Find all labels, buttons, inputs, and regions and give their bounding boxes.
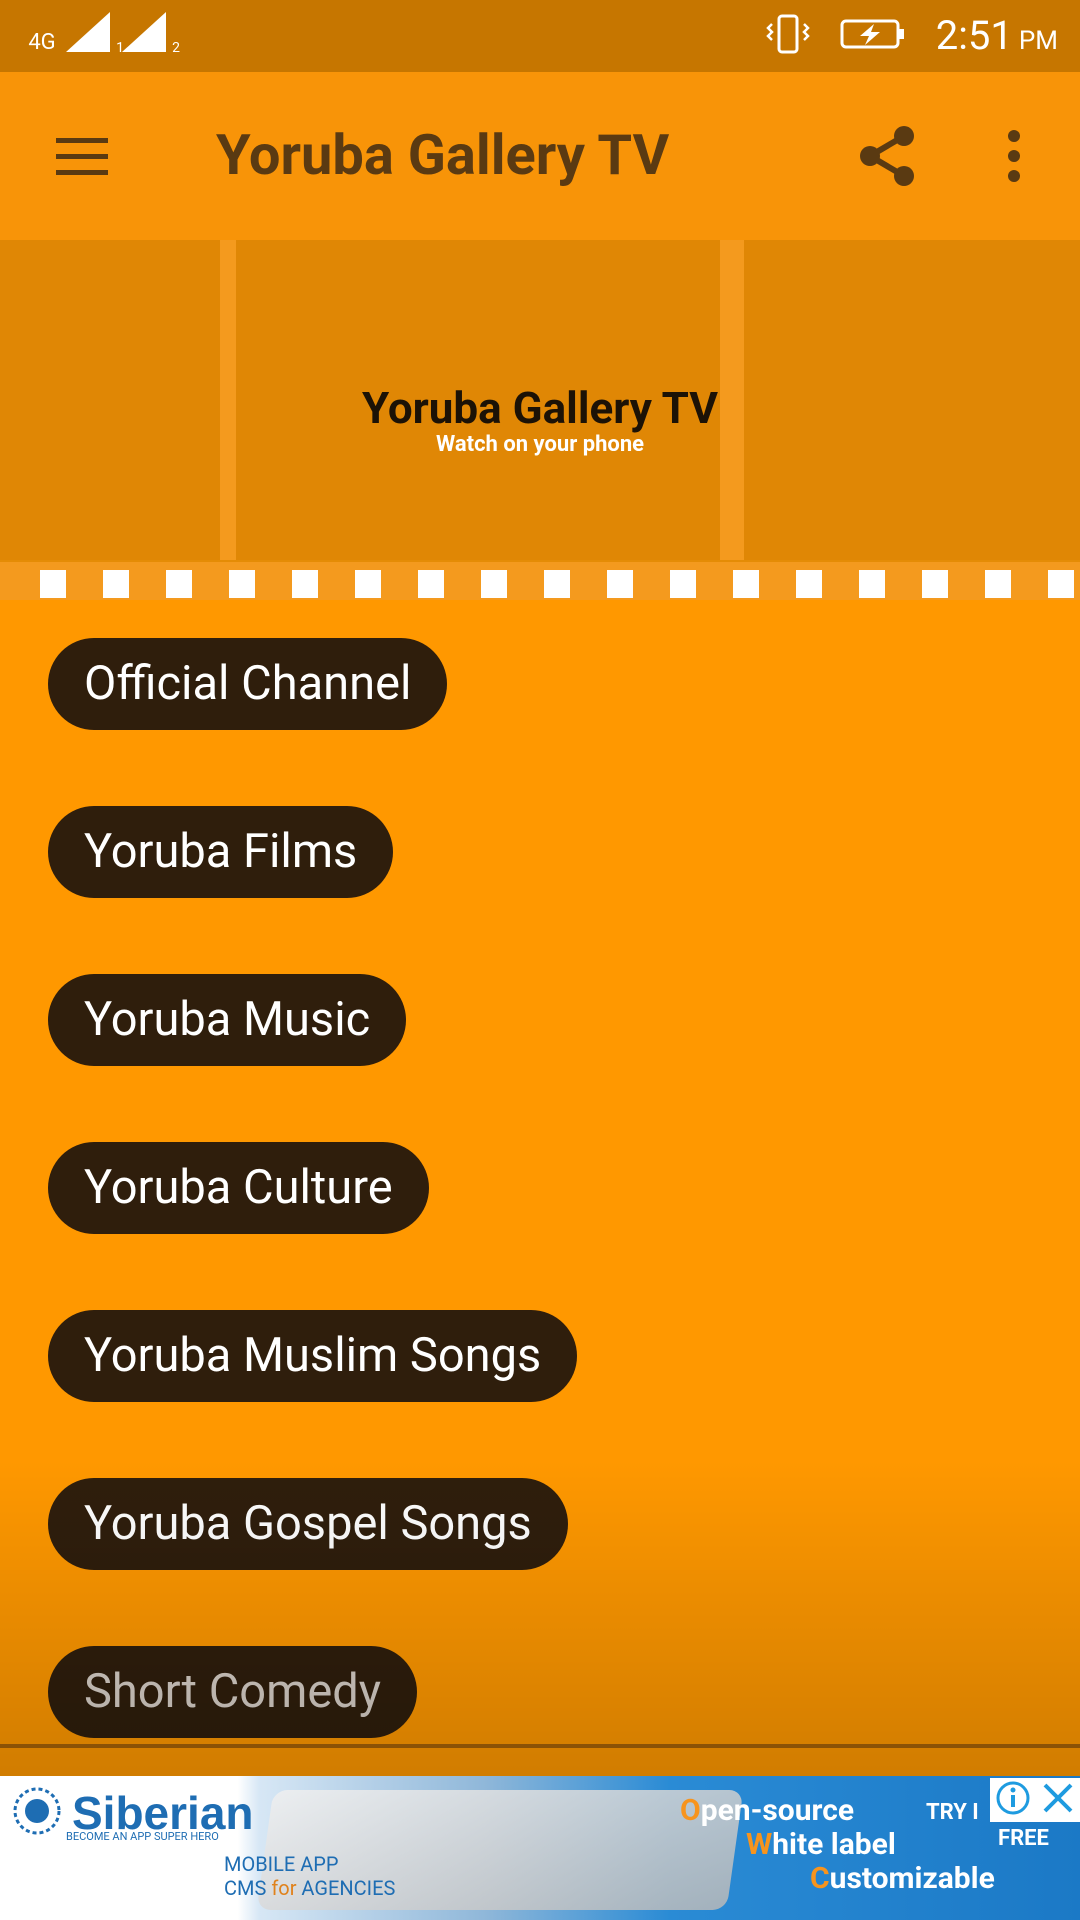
ad-banner[interactable]: Siberian BECOME AN APP SUPER HERO MOBILE… — [0, 1776, 1080, 1920]
ad-free-text: FREE — [998, 1826, 1049, 1851]
film-hole — [103, 570, 129, 598]
ad-feature-1-rest: pen-source — [700, 1793, 855, 1828]
ad-line2-pre: CMS — [224, 1876, 272, 1900]
ad-close-icon[interactable] — [1041, 1781, 1075, 1819]
ad-line2-for: for — [271, 1876, 297, 1900]
signal-sim1-icon: 1 — [66, 12, 124, 56]
ad-feature-1-cap: O — [680, 1793, 701, 1828]
film-hole — [355, 570, 381, 598]
banner-title: Yoruba Gallery TV — [361, 382, 719, 434]
more-vert-icon[interactable] — [996, 128, 1032, 184]
clock: 2:51 PM — [936, 12, 1058, 59]
film-hole — [796, 570, 822, 598]
film-hole — [166, 570, 192, 598]
ad-feature-3-rest: ustomizable — [829, 1861, 995, 1896]
film-hole — [922, 570, 948, 598]
film-strip — [0, 562, 1080, 600]
sim2-label: 2 — [172, 40, 180, 56]
network-type: 4G — [28, 30, 56, 55]
status-bar: 4G 1 2 2:51 PM — [0, 0, 1080, 72]
ad-product-text: MOBILE APP CMS for AGENCIES — [224, 1852, 395, 1900]
film-hole — [40, 570, 66, 598]
vibrate-icon — [765, 14, 810, 58]
ad-feature-2-cap: W — [746, 1827, 773, 1862]
banner-logo: Yoruba Gallery TV Watch on your phone — [0, 382, 1080, 457]
ad-choices — [990, 1778, 1080, 1822]
film-hole — [418, 570, 444, 598]
clock-time: 2:51 — [935, 12, 1013, 59]
film-hole — [544, 570, 570, 598]
app-title: Yoruba Gallery TV — [216, 122, 670, 188]
film-hole — [481, 570, 507, 598]
clock-ampm: PM — [1018, 26, 1058, 56]
category-yoruba-films[interactable]: Yoruba Films — [48, 806, 394, 898]
category-yoruba-culture[interactable]: Yoruba Culture — [48, 1142, 429, 1234]
category-yoruba-music[interactable]: Yoruba Music — [48, 974, 407, 1066]
category-yoruba-gospel-songs[interactable]: Yoruba Gospel Songs — [48, 1478, 568, 1570]
category-official-channel[interactable]: Official Channel — [48, 638, 448, 730]
ad-feature-3-cap: C — [810, 1861, 830, 1896]
signal-sim2-icon: 2 — [122, 12, 180, 56]
ad-line2: CMS for AGENCIES — [224, 1876, 395, 1900]
film-hole — [733, 570, 759, 598]
ad-try-text: TRY I — [926, 1800, 979, 1825]
list-bottom-divider — [0, 1744, 1080, 1748]
category-short-comedy[interactable]: Short Comedy — [48, 1646, 417, 1738]
hamburger-menu-icon[interactable] — [52, 132, 112, 182]
film-hole — [985, 570, 1011, 598]
ad-info-icon[interactable] — [995, 1780, 1031, 1820]
film-hole — [859, 570, 885, 598]
film-hole — [670, 570, 696, 598]
ad-feature-2-rest: hite label — [772, 1827, 896, 1862]
lion-logo-icon — [12, 1786, 62, 1840]
ad-line1: MOBILE APP — [224, 1852, 339, 1876]
film-hole — [1048, 570, 1074, 598]
header-banner: Yoruba Gallery TV Watch on your phone — [0, 240, 1080, 600]
film-hole — [229, 570, 255, 598]
ad-feature-2: White label — [680, 1828, 995, 1862]
ad-feature-3: Customizable — [680, 1862, 995, 1896]
app-bar: Yoruba Gallery TV — [0, 72, 1080, 240]
banner-subtitle: Watch on your phone — [435, 432, 645, 457]
ad-line2-post: AGENCIES — [296, 1876, 396, 1900]
category-yoruba-muslim-songs[interactable]: Yoruba Muslim Songs — [48, 1310, 578, 1402]
film-hole — [607, 570, 633, 598]
ad-tagline: BECOME AN APP SUPER HERO — [66, 1830, 219, 1843]
film-hole — [292, 570, 318, 598]
share-icon[interactable] — [858, 124, 918, 188]
battery-charging-icon — [840, 17, 906, 55]
